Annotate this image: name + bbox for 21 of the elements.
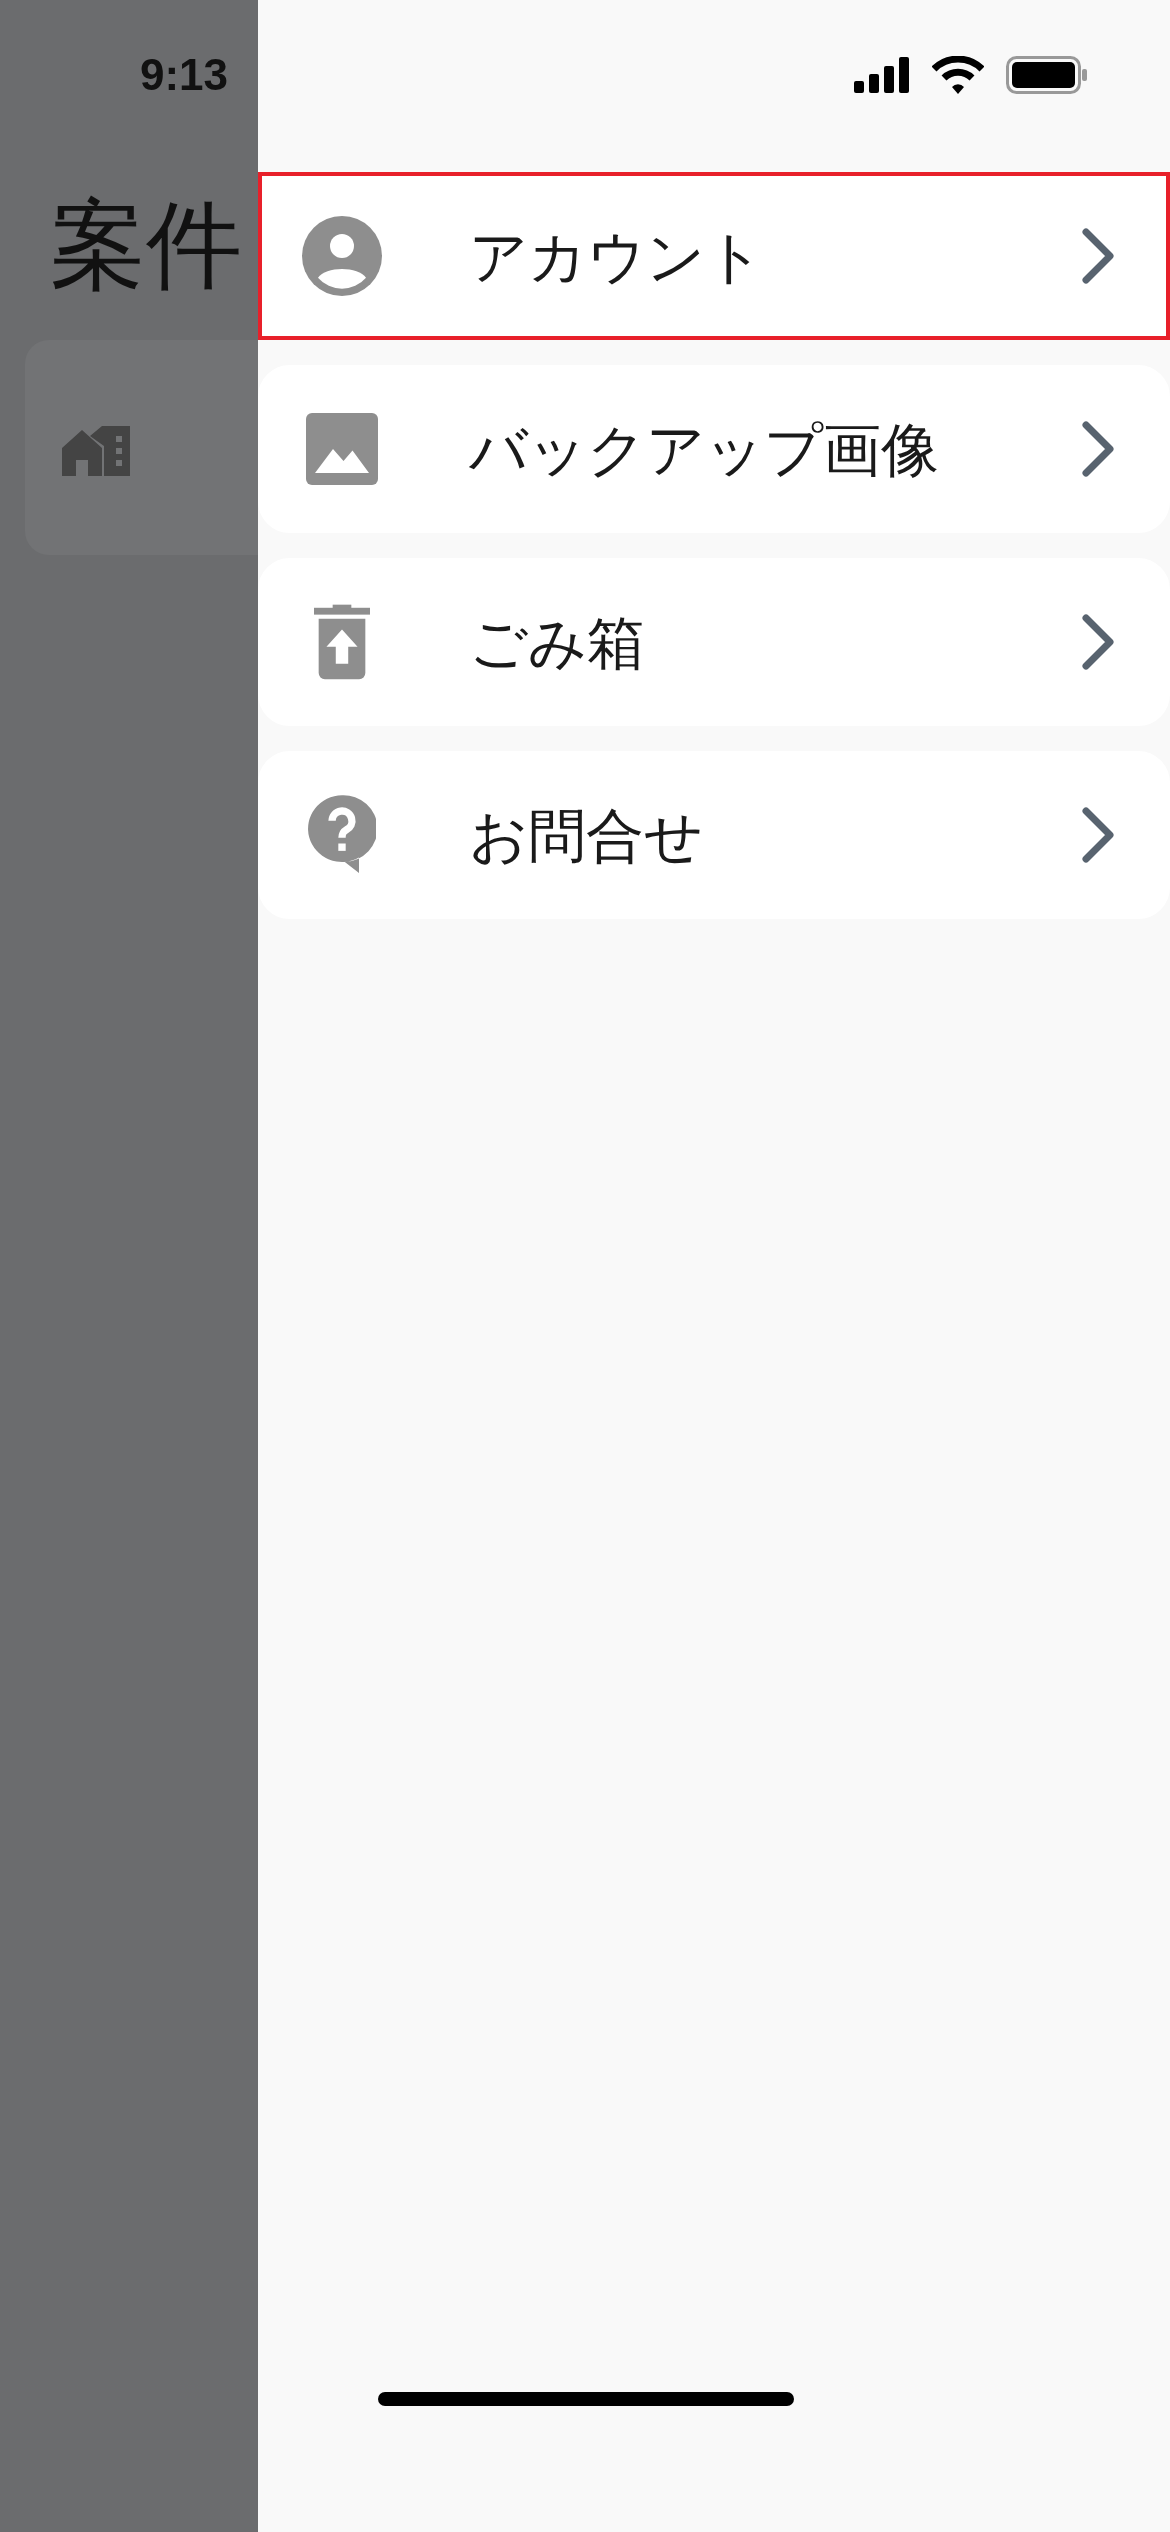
menu-item[interactable]: バックアップ画像 [258, 365, 1170, 533]
menu-item-label: お問合せ [469, 801, 704, 870]
battery-icon [1006, 56, 1088, 94]
wifi-icon [932, 56, 984, 94]
chevron-right-icon [1080, 226, 1116, 286]
trash-restore-icon [314, 604, 370, 680]
chevron-right-icon [1080, 612, 1116, 672]
image-icon [306, 413, 378, 485]
menu-item-label: アカウント [469, 222, 765, 291]
chevron-right-icon [1080, 805, 1116, 865]
help-bubble-icon [308, 795, 376, 875]
person-icon [302, 216, 382, 296]
menu-item[interactable]: お問合せ [258, 751, 1170, 919]
status-time: 9:13 [140, 49, 229, 101]
menu-item[interactable]: ごみ箱 [258, 558, 1170, 726]
menu-item[interactable]: アカウント [258, 172, 1170, 340]
page-title: 案件 [50, 190, 242, 300]
chevron-right-icon [1080, 419, 1116, 479]
menu-item-label: ごみ箱 [469, 608, 646, 677]
signal-icon [854, 57, 910, 93]
menu-item-label: バックアップ画像 [469, 415, 940, 484]
